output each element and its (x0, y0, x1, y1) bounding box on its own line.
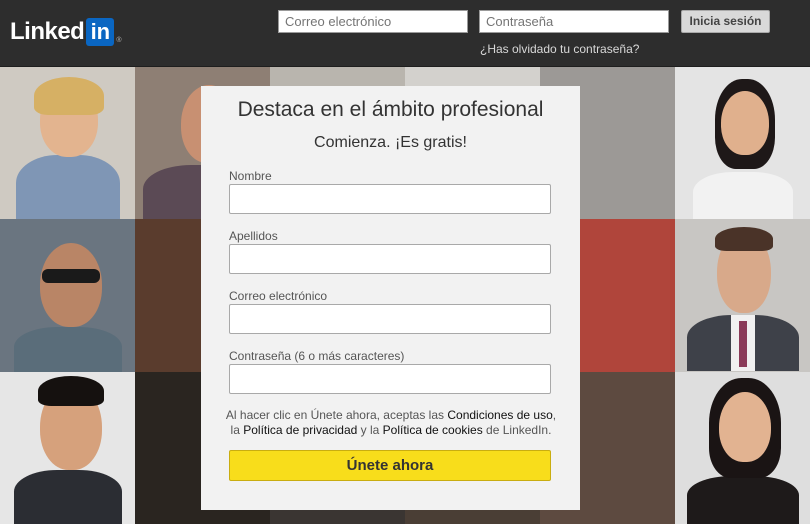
forgot-password-link[interactable]: ¿Has olvidado tu contraseña? (480, 42, 639, 56)
top-header: Linked in ® Inicia sesión ¿Has olvidado … (0, 0, 810, 67)
last-name-input[interactable] (229, 244, 551, 274)
terms-text-part: de LinkedIn. (482, 423, 552, 437)
last-name-label: Apellidos (229, 229, 278, 243)
first-name-label: Nombre (229, 169, 272, 183)
linkedin-logo[interactable]: Linked in ® (10, 18, 122, 46)
photo-tile (675, 219, 810, 372)
signin-button[interactable]: Inicia sesión (681, 10, 770, 33)
photo-tile (675, 67, 810, 220)
signup-subtitle: Comienza. ¡Es gratis! (314, 134, 467, 151)
registered-mark: ® (116, 37, 122, 44)
cookies-link[interactable]: Política de cookies (383, 423, 483, 437)
join-now-button[interactable]: Únete ahora (229, 450, 551, 481)
header-password-input[interactable] (479, 10, 669, 33)
logo-wordmark: Linked (10, 18, 85, 45)
signup-title: Destaca en el ámbito profesional (237, 98, 544, 121)
photo-tile (0, 67, 135, 220)
terms-text-part: Al hacer clic en Únete ahora, aceptas la… (225, 408, 448, 422)
photo-tile (675, 371, 810, 524)
terms-text-part: y la (357, 423, 383, 437)
logo-in-box: in (86, 18, 115, 46)
header-email-input[interactable] (278, 10, 468, 33)
conditions-link[interactable]: Condiciones de uso (447, 408, 552, 422)
email-input[interactable] (229, 304, 551, 334)
first-name-input[interactable] (229, 184, 551, 214)
password-input[interactable] (229, 364, 551, 394)
email-label: Correo electrónico (229, 289, 328, 303)
terms-text-part: , (552, 408, 557, 422)
privacy-link[interactable]: Política de privacidad (243, 423, 357, 437)
photo-tile (0, 219, 135, 372)
photo-tile (0, 371, 135, 524)
password-label: Contraseña (6 o más caracteres) (229, 349, 405, 363)
terms-text-part: la (230, 423, 244, 437)
signup-panel: Destaca en el ámbito profesional Comienz… (201, 86, 580, 510)
terms-text: Al hacer clic en Únete ahora, aceptas la… (221, 408, 561, 438)
